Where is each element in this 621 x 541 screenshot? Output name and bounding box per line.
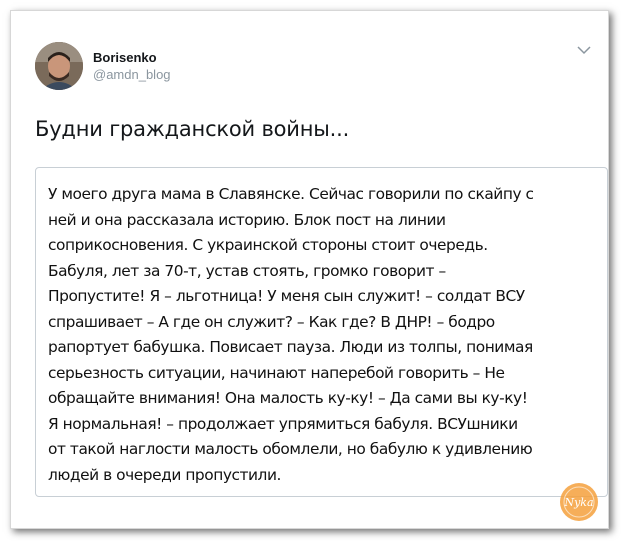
quote-line: серьезность ситуации, начинают наперебой… bbox=[48, 363, 505, 382]
quote-line: Бабуля, лет за 70-т, устав стоять, громк… bbox=[48, 261, 446, 280]
user-handle[interactable]: @amdn_blog bbox=[93, 66, 171, 83]
quote-line: ней и она рассказала историю. Блок пост … bbox=[48, 210, 446, 229]
tweet-card: Borisenko @amdn_blog Будни гражданской в… bbox=[10, 10, 609, 529]
quote-line: Я нормальная! – продолжает упрямиться ба… bbox=[48, 414, 518, 433]
quote-line: от такой наглости малость обомлели, но б… bbox=[48, 440, 533, 458]
quote-card[interactable]: У моего друга мама в Славянске. Сейчас г… bbox=[35, 167, 608, 497]
tweet-text: Будни гражданской войны... bbox=[35, 117, 350, 141]
quote-text: У моего друга мама в Славянске. Сейчас г… bbox=[48, 182, 534, 488]
quote-line: Пропустите! Я – льготница! У меня сын сл… bbox=[48, 287, 525, 305]
tweet-header: Borisenko @amdn_blog bbox=[35, 39, 171, 93]
avatar[interactable] bbox=[35, 42, 83, 90]
display-name[interactable]: Borisenko bbox=[93, 49, 171, 66]
quote-line: рапортует бабушка. Повисает пауза. Люди … bbox=[48, 338, 533, 356]
avatar-image bbox=[35, 42, 83, 90]
quote-line: соприкосновения. С украинской стороны ст… bbox=[48, 236, 488, 254]
quote-line: обращайте внимания! Она малость ку-ку! –… bbox=[48, 389, 528, 407]
quote-line: У моего друга мама в Славянске. Сейчас г… bbox=[48, 185, 534, 203]
quote-line: людей в очереди пропустили. bbox=[48, 465, 281, 484]
chevron-down-icon[interactable] bbox=[576, 43, 592, 55]
user-meta: Borisenko @amdn_blog bbox=[93, 49, 171, 83]
watermark-logo: Nyka bbox=[558, 481, 600, 523]
quote-line: спрашивает – А где он служит? – Как где?… bbox=[48, 312, 495, 331]
watermark-text: Nyka bbox=[563, 496, 593, 509]
